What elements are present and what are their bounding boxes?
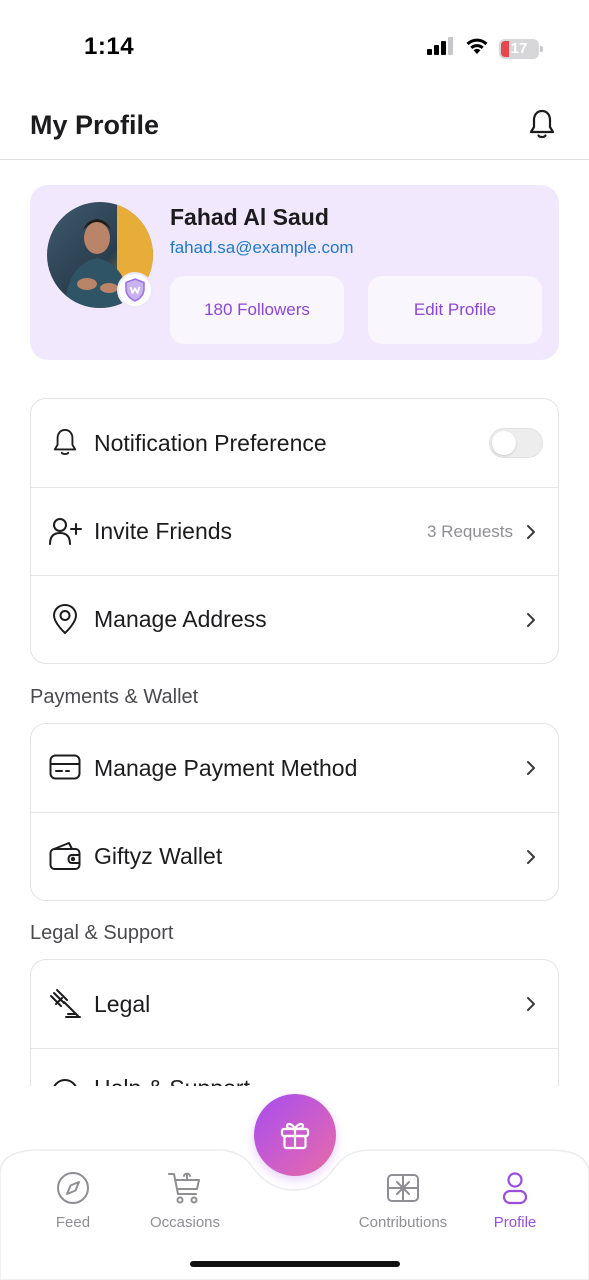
edit-profile-button[interactable]: Edit Profile	[368, 276, 542, 344]
profile-email: fahad.sa@example.com	[170, 238, 354, 257]
cellular-signal-icon	[427, 37, 455, 60]
requests-count: 3 Requests	[427, 521, 513, 541]
compass-icon	[53, 1168, 93, 1208]
invite-friends-row[interactable]: Invite Friends 3 Requests	[31, 487, 558, 575]
chevron-right-icon	[524, 758, 538, 778]
manage-payment-method-row[interactable]: Manage Payment Method	[31, 724, 558, 812]
giftyz-wallet-row[interactable]: Giftyz Wallet	[31, 812, 558, 900]
battery-icon: 17	[499, 38, 543, 59]
location-pin-icon	[48, 602, 82, 636]
legal-row[interactable]: Legal	[31, 960, 558, 1048]
gift-card-icon	[383, 1168, 423, 1208]
add-user-icon	[48, 514, 82, 548]
nav-label: Occasions	[149, 1214, 221, 1231]
profile-name: Fahad Al Saud	[170, 204, 329, 230]
legal-section-title: Legal & Support	[30, 922, 174, 944]
notifications-button[interactable]	[525, 106, 559, 142]
nav-label: Contributions	[358, 1214, 448, 1231]
chevron-right-icon	[524, 610, 538, 630]
shield-badge-icon	[117, 272, 153, 308]
row-label: Manage Payment Method	[94, 754, 358, 781]
gift-fab-button[interactable]	[254, 1094, 336, 1176]
wifi-icon	[465, 37, 489, 60]
followers-button[interactable]: 180 Followers	[170, 276, 344, 344]
status-icons: 17	[427, 37, 543, 60]
battery-level: 17	[510, 40, 528, 57]
credit-card-icon	[48, 750, 82, 784]
settings-group: Notification Preference Invite Friends 3…	[30, 398, 559, 664]
nav-feed[interactable]: Feed	[18, 1168, 128, 1231]
home-indicator	[190, 1261, 400, 1267]
row-label: Giftyz Wallet	[94, 843, 223, 869]
user-icon	[495, 1168, 535, 1208]
row-label: Legal	[94, 990, 151, 1017]
cart-icon	[165, 1168, 205, 1208]
gavel-icon	[48, 986, 82, 1020]
payments-section-title: Payments & Wallet	[30, 686, 199, 708]
wallet-icon	[48, 839, 82, 873]
chevron-right-icon	[524, 847, 538, 867]
notification-toggle[interactable]	[489, 428, 543, 458]
gift-icon	[280, 1122, 310, 1150]
legal-group: Legal Help & Support	[30, 959, 559, 1086]
bell-icon	[529, 109, 555, 139]
help-support-row[interactable]: Help & Support	[31, 1048, 558, 1086]
nav-label: Profile	[493, 1214, 537, 1231]
notification-preference-row[interactable]: Notification Preference	[31, 399, 558, 487]
nav-label: Feed	[55, 1214, 91, 1231]
row-label: Help & Support	[94, 1075, 250, 1086]
chevron-right-icon	[524, 994, 538, 1014]
nav-contributions[interactable]: Contributions	[348, 1168, 458, 1231]
row-label: Notification Preference	[94, 429, 327, 456]
help-icon	[48, 1075, 82, 1086]
bell-icon	[48, 425, 82, 459]
status-bar: 1:14 17	[0, 0, 589, 90]
profile-card: Fahad Al Saud fahad.sa@example.com 180 F…	[30, 185, 559, 360]
header: My Profile	[0, 96, 589, 160]
chevron-right-icon	[524, 522, 538, 542]
payments-group: Manage Payment Method Giftyz Wallet	[30, 723, 559, 901]
nav-profile[interactable]: Profile	[460, 1168, 570, 1231]
toggle-knob	[492, 431, 516, 455]
nav-occasions[interactable]: Occasions	[130, 1168, 240, 1231]
row-label: Manage Address	[94, 606, 267, 632]
manage-address-row[interactable]: Manage Address	[31, 575, 558, 663]
row-label: Invite Friends	[94, 518, 233, 544]
status-time: 1:14	[84, 33, 135, 60]
page-title: My Profile	[30, 110, 160, 140]
